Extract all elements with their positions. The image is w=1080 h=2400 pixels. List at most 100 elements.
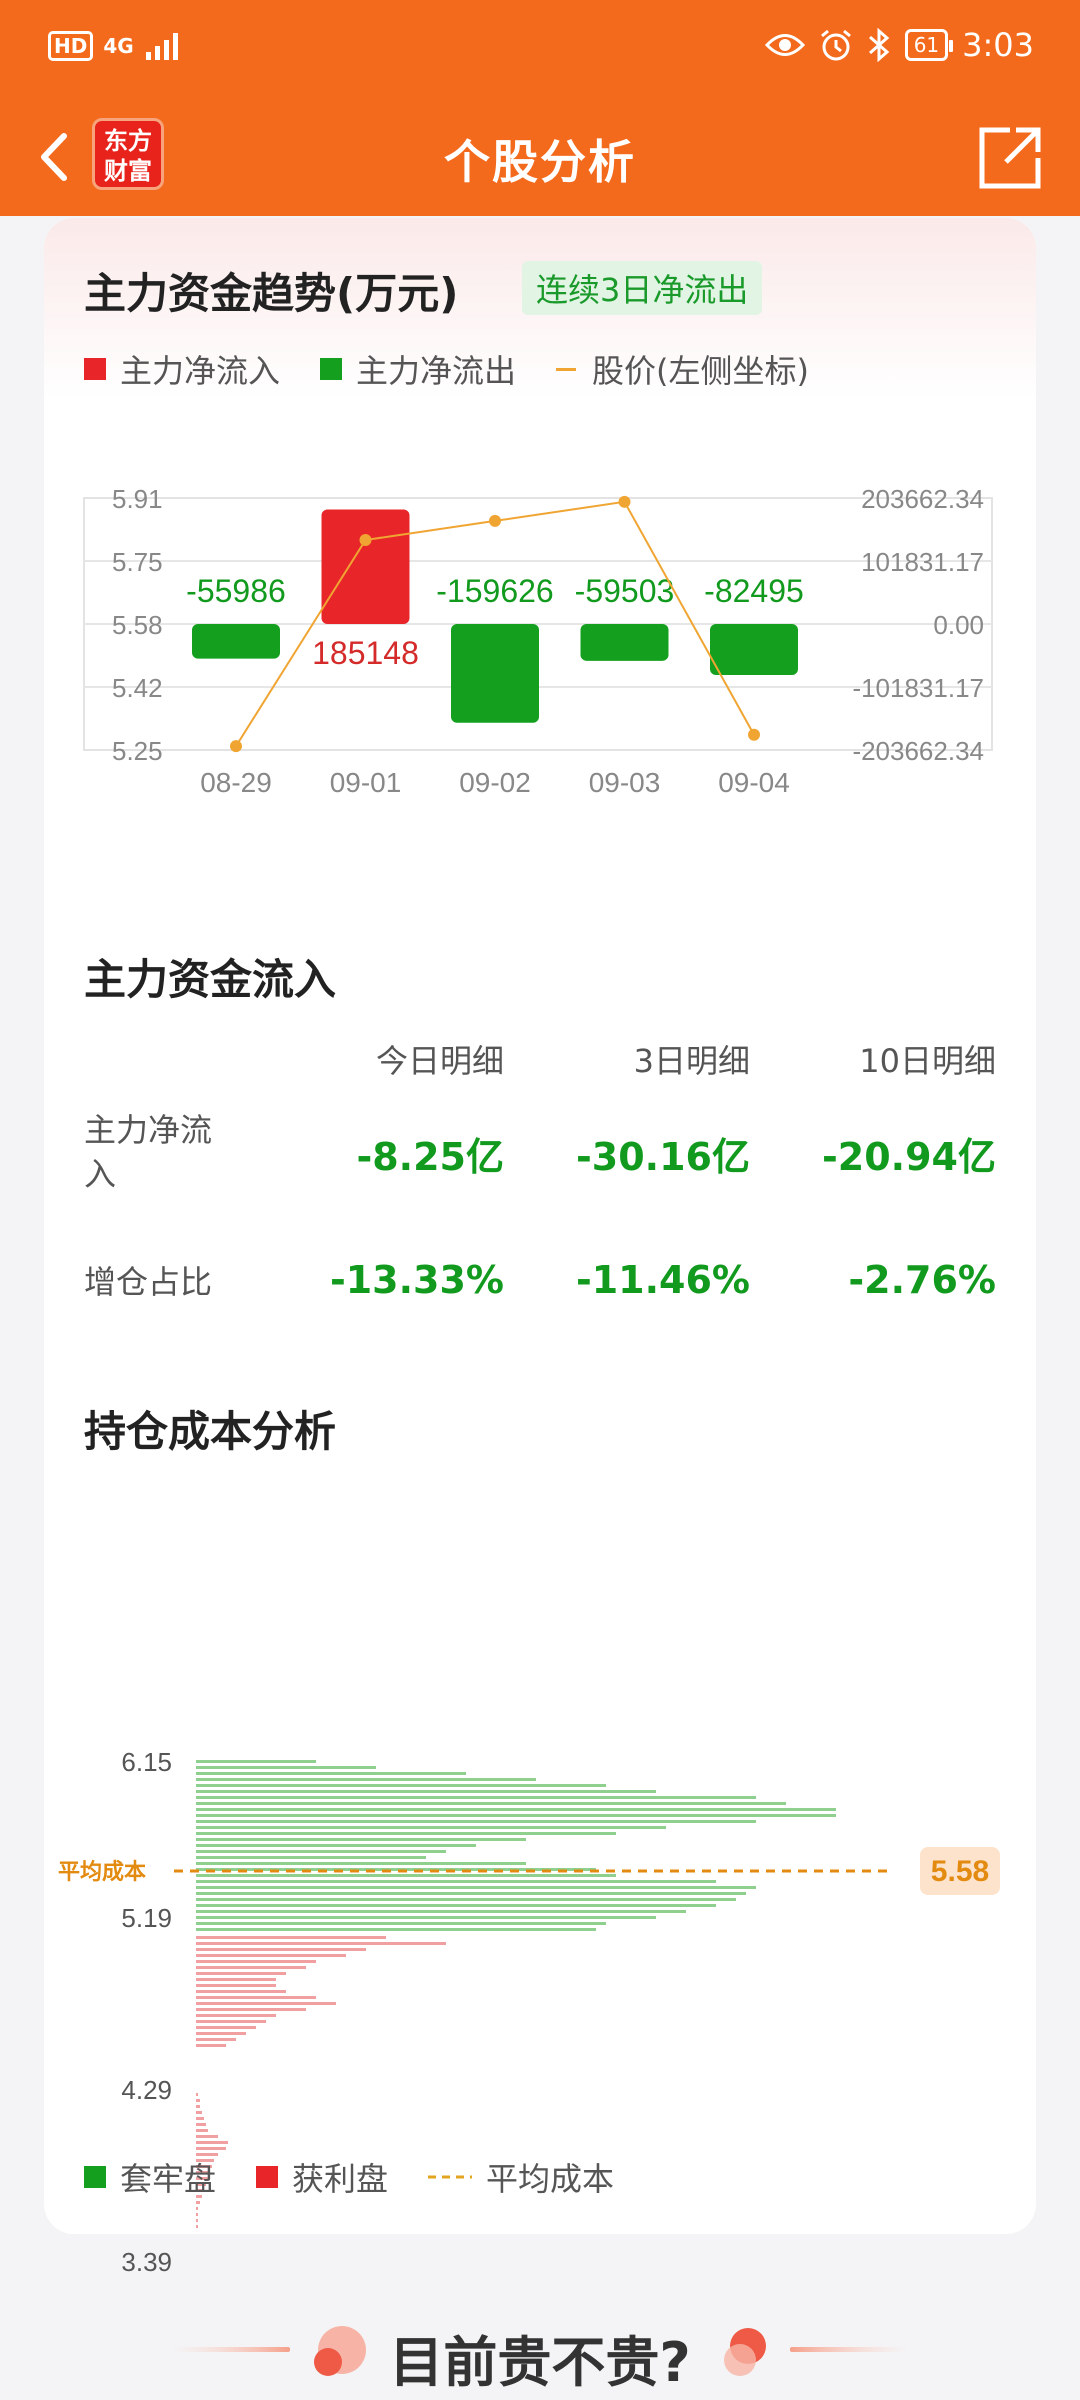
trend-chart: 5.91 203662.34 5.75 101831.17 5.58 0.00 5.42 -1… [83, 484, 993, 798]
status-right: 61 3:03 [764, 26, 1034, 64]
bar-value-label: -55986 [186, 573, 286, 609]
x-tick-label: 09-02 [459, 767, 531, 798]
header-3day: 3日明细 [633, 1042, 750, 1080]
cost-legend: 套牢盘 获利盘 平均成本 [84, 2154, 654, 2200]
bluetooth-icon [868, 28, 889, 62]
trapped-bar [196, 1910, 686, 1913]
title-bar: 东方 财富 个股分析 [0, 98, 1080, 216]
profit-bar [196, 2207, 198, 2210]
avg-cost-label: 平均成本 [58, 1859, 146, 1884]
alarm-icon [820, 29, 851, 61]
profit-bar [196, 1942, 446, 1945]
avg-dash-swatch [428, 2175, 473, 2179]
battery-indicator: 61 [904, 29, 954, 61]
legend-price-label: 股价(左侧坐标) [592, 352, 810, 390]
profit-bar [196, 1984, 276, 1987]
legend-inflow-label: 主力净流入 [120, 352, 281, 390]
position-ratio-10day: -2.76% [848, 1258, 996, 1302]
profit-bar [196, 2219, 198, 2222]
flow-bar [710, 624, 798, 676]
profit-bar [196, 1966, 306, 1969]
trapped-bar [196, 1856, 426, 1859]
flow-bar [321, 509, 410, 624]
left-tick-label: 5.75 [112, 547, 163, 577]
status-bar: HD 4G 61 3:03 [0, 0, 1080, 98]
cost-tick-label: 4.29 [121, 2075, 172, 2105]
trapped-bar [196, 1922, 606, 1925]
right-tick-label: -101831.17 [852, 673, 984, 703]
trapped-bar [196, 1904, 716, 1907]
trapped-swatch [84, 2166, 106, 2188]
profit-bar [196, 2117, 204, 2120]
trapped-bar [196, 1760, 316, 1763]
flow-bar [451, 624, 539, 723]
legend-trapped-label: 套牢盘 [120, 2160, 217, 2198]
profit-bar [196, 2002, 336, 2005]
legend-avg: 平均成本 [428, 2154, 614, 2200]
trend-legend: 主力净流入 主力净流出 股价(左侧坐标) [84, 346, 849, 392]
share-icon[interactable] [970, 118, 1050, 198]
profit-bar [196, 2141, 228, 2144]
eye-icon [764, 34, 805, 56]
trapped-bar [196, 1790, 656, 1793]
bar-value-label: -159626 [436, 573, 553, 609]
profit-bar [196, 2014, 276, 2017]
trapped-bar [196, 1880, 716, 1883]
profit-bar [196, 2026, 256, 2029]
trapped-bar [196, 1844, 476, 1847]
profit-bar [196, 2032, 246, 2035]
right-tick-label: 0.00 [933, 610, 984, 640]
profit-bar [196, 2044, 226, 2047]
profit-bar [196, 1948, 366, 1951]
profit-bar [196, 1972, 286, 1975]
profit-bar [196, 2105, 200, 2108]
price-point [489, 514, 501, 527]
profit-bar [196, 1954, 346, 1957]
bar-value-label: -82495 [704, 573, 804, 609]
price-point [748, 728, 760, 741]
profit-bar [196, 2099, 200, 2102]
right-tick-label: 203662.34 [861, 484, 984, 514]
legend-profit-label: 获利盘 [292, 2160, 389, 2198]
trapped-bar [196, 1820, 756, 1823]
inflow-swatch [84, 358, 106, 380]
profit-bar [196, 2020, 266, 2023]
trapped-bar [196, 1886, 756, 1889]
outflow-streak-badge: 连续3日净流出 [522, 261, 763, 315]
trapped-bar [196, 1808, 836, 1811]
profit-swatch [256, 2166, 279, 2188]
trapped-bar [196, 1916, 656, 1919]
trapped-bar [196, 1898, 736, 1901]
price-point [618, 495, 631, 508]
trapped-bar [196, 1778, 536, 1781]
page-title: 个股分析 [444, 135, 636, 189]
bar-value-label: 185148 [312, 635, 419, 671]
bar-value-label: -59503 [575, 573, 675, 609]
fund-flow-title: 主力资金流入 [84, 955, 337, 1004]
profit-bar [196, 2008, 306, 2011]
header-today: 今日明细 [375, 1042, 504, 1080]
flow-bar [192, 624, 280, 659]
trapped-bar [196, 1850, 446, 1853]
price-point [230, 740, 242, 753]
analysis-card: 主力资金趋势(万元) 连续3日净流出 主力净流入 主力净流出 股价(左侧坐标) … [44, 218, 1036, 2277]
profit-bar [196, 1960, 316, 1963]
profit-bar [196, 2213, 198, 2216]
profit-bar [196, 2135, 218, 2138]
trapped-bar [196, 1796, 756, 1799]
net-inflow-10day: -20.94亿 [822, 1135, 996, 1179]
legend-inflow: 主力净流入 [84, 346, 280, 392]
legend-outflow: 主力净流出 [320, 346, 516, 392]
footer-prompt[interactable]: 目前贵不贵? [0, 2318, 1080, 2397]
trapped-bar [196, 1772, 466, 1775]
trapped-bar [196, 1766, 376, 1769]
profit-bar [196, 2123, 206, 2126]
position-ratio-today: -13.33% [329, 1258, 504, 1302]
left-tick-label: 5.42 [112, 673, 163, 703]
profit-bar [196, 2111, 202, 2114]
profit-bar [196, 1996, 316, 1999]
legend-avg-label: 平均成本 [486, 2160, 615, 2198]
cost-tick-label: 3.39 [121, 2247, 172, 2277]
x-tick-label: 08-29 [200, 767, 272, 798]
trapped-bar [196, 1838, 526, 1841]
